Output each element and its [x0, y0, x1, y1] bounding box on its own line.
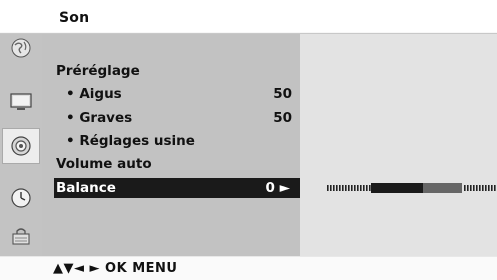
adjustment-panel	[300, 34, 497, 256]
slider-tick	[369, 185, 371, 191]
slider-tick	[348, 185, 350, 191]
slider-right-block	[423, 183, 462, 193]
slider-tick	[339, 185, 341, 191]
slider-left-block	[371, 183, 423, 193]
menu-item-label: • Aigus	[66, 86, 122, 102]
slider-tick	[479, 185, 481, 191]
slider-tick	[485, 185, 487, 191]
slider-tick	[482, 185, 484, 191]
slider-tick	[491, 185, 493, 191]
slider-tick	[336, 185, 338, 191]
menu-item-label: • Graves	[66, 110, 133, 126]
clock-icon[interactable]	[6, 184, 36, 212]
slider-tick	[470, 185, 472, 191]
footer-divider	[0, 256, 497, 257]
lock-icon[interactable]	[6, 222, 36, 250]
menu-item-label: Préréglage	[56, 63, 140, 79]
menu-item-label: Volume auto	[56, 156, 152, 172]
speaker-sound-icon[interactable]	[2, 128, 40, 164]
slider-tick	[357, 185, 359, 191]
slider-tick	[366, 185, 368, 191]
slider-tick	[327, 185, 329, 191]
slider-tick	[494, 185, 496, 191]
navigation-hint: ▲▼◄ ► OK MENU	[53, 261, 178, 276]
menu-item-graves[interactable]: • Graves 50	[56, 108, 300, 128]
slider-tick	[363, 185, 365, 191]
balance-slider[interactable]	[327, 183, 497, 193]
slider-tick	[330, 185, 332, 191]
menu-title: Son	[59, 10, 90, 26]
tv-picture-icon[interactable]	[6, 88, 36, 116]
menu-header: Son	[0, 0, 497, 32]
navigation-hint-bar: ▲▼◄ ► OK MENU	[0, 256, 497, 280]
slider-tick	[345, 185, 347, 191]
menu-item-value: 0 ►	[265, 180, 290, 196]
slider-tick	[333, 185, 335, 191]
menu-item-balance[interactable]: Balance 0 ►	[54, 178, 300, 198]
menu-item-prereglage[interactable]: Préréglage	[56, 61, 300, 81]
slider-tick	[488, 185, 490, 191]
menu-item-reglages-usine[interactable]: • Réglages usine	[56, 131, 300, 151]
menu-item-label: • Réglages usine	[66, 133, 195, 149]
category-sidebar	[0, 34, 42, 256]
slider-tick	[342, 185, 344, 191]
slider-tick	[351, 185, 353, 191]
slider-tick	[476, 185, 478, 191]
slider-tick	[360, 185, 362, 191]
slider-tick	[467, 185, 469, 191]
globe-icon[interactable]	[6, 34, 36, 62]
menu-item-value: 50	[273, 86, 292, 102]
slider-tick	[354, 185, 356, 191]
menu-item-label: Balance	[56, 180, 116, 196]
menu-item-value: 50	[273, 110, 292, 126]
menu-item-volume-auto[interactable]: Volume auto	[56, 154, 300, 174]
slider-tick	[464, 185, 466, 191]
slider-tick	[473, 185, 475, 191]
menu-item-aigus[interactable]: • Aigus 50	[56, 84, 300, 104]
